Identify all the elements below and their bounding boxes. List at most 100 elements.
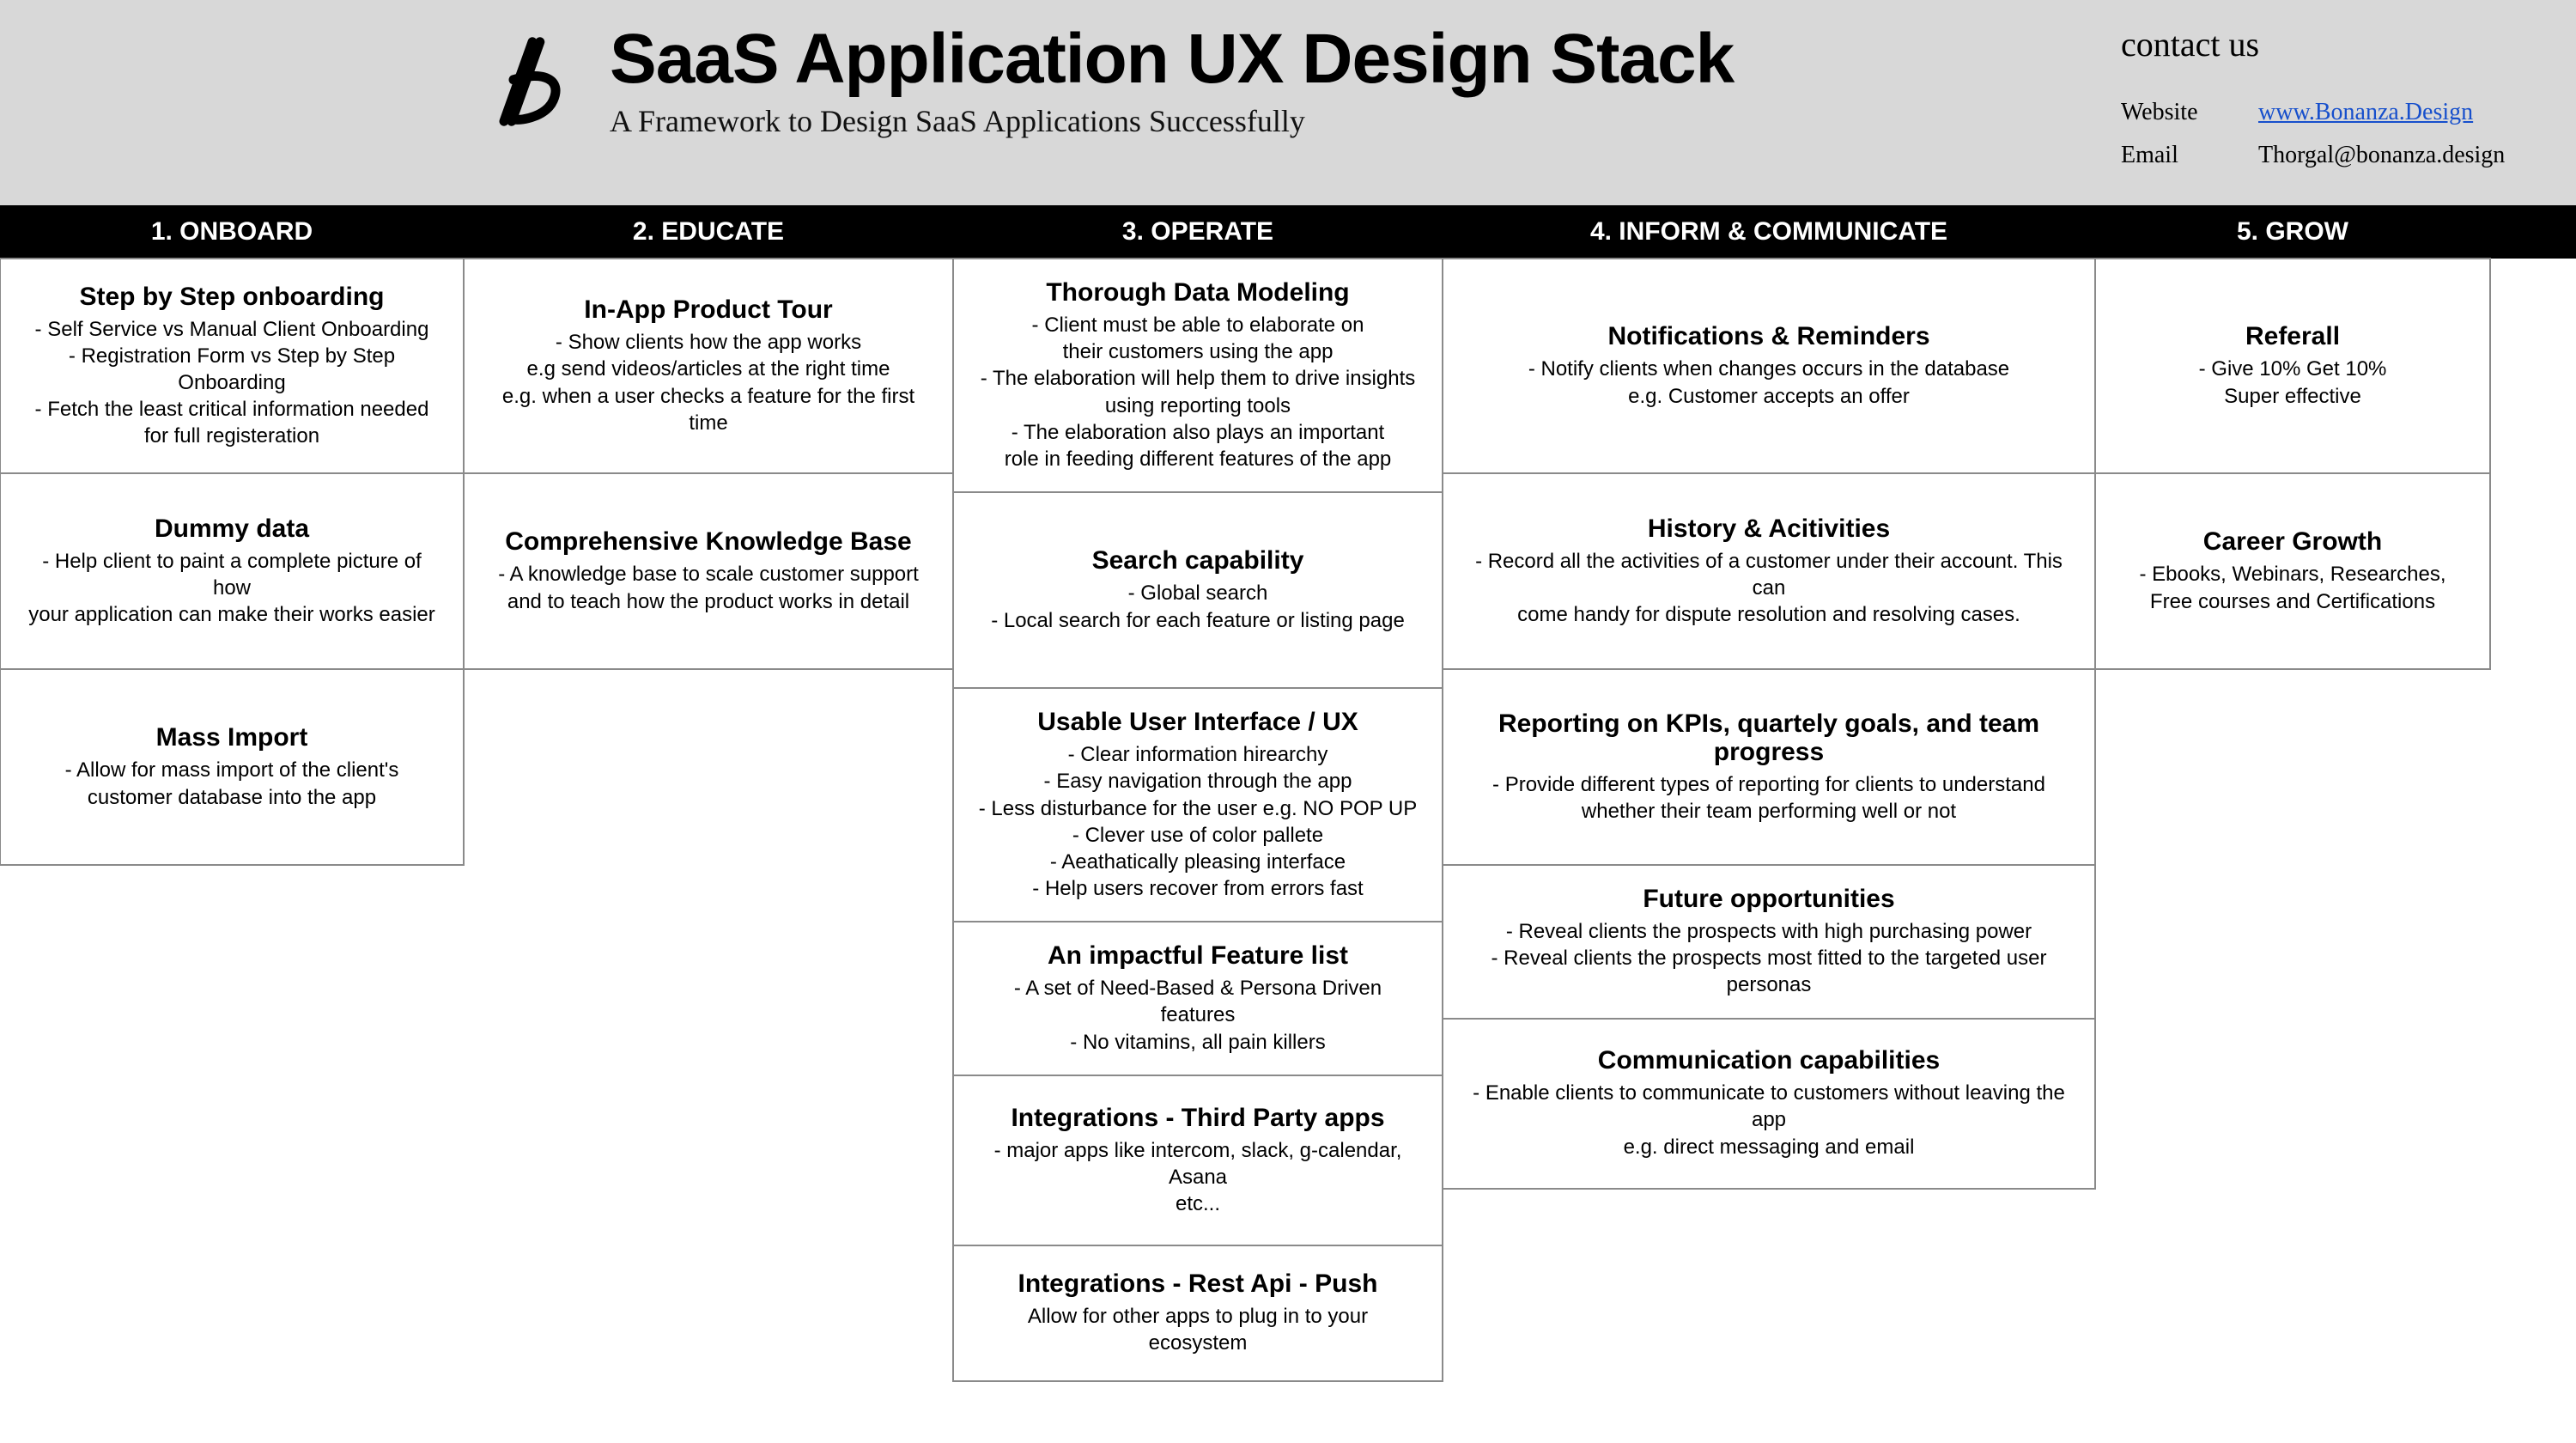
cell-title: Search capability (975, 546, 1421, 575)
contact-website-row: Website www.Bonanza.Design (2121, 99, 2507, 126)
cell-onboard-1: Dummy data - Help client to paint a comp… (0, 472, 465, 670)
cell-educate-0: In-App Product Tour - Show clients how t… (463, 258, 954, 474)
cell-line: role in feeding different features of th… (975, 446, 1421, 472)
cell-line: - Registration Form vs Step by Step Onbo… (21, 343, 442, 396)
cell-title: Dummy data (21, 514, 442, 543)
contact-block: contact us Website www.Bonanza.Design Em… (2121, 24, 2533, 185)
cell-line: customer database into the app (21, 784, 442, 811)
cell-line: Super effective (2117, 383, 2469, 410)
cell-line: come handy for dispute resolution and re… (1464, 601, 2074, 628)
contact-heading: contact us (2121, 24, 2507, 64)
cell-line: - A knowledge base to scale customer sup… (485, 561, 932, 588)
contact-email-value: Thorgal@bonanza.design (2258, 142, 2505, 169)
cell-line: - Fetch the least critical information n… (21, 396, 442, 423)
cell-line: e.g. Customer accepts an offer (1464, 383, 2074, 410)
cell-title: Thorough Data Modeling (975, 278, 1421, 307)
cell-line: your application can make their works ea… (21, 601, 442, 628)
col-header-educate: 2. EDUCATE (464, 217, 953, 247)
b-logo-icon (485, 34, 580, 129)
cell-line: - Client must be able to elaborate on (975, 312, 1421, 338)
brand-logo (481, 30, 584, 133)
cell-operate-0: Thorough Data Modeling - Client must be … (952, 258, 1443, 493)
cell-line: - major apps like intercom, slack, g-cal… (975, 1137, 1421, 1190)
cell-title: Communication capabilities (1464, 1046, 2074, 1075)
cell-line: - Global search (975, 580, 1421, 606)
cell-line: - Clear information hirearchy (975, 741, 1421, 768)
cell-line: e.g send videos/articles at the right ti… (485, 356, 932, 382)
cell-line: - Reveal clients the prospects with high… (1464, 918, 2074, 945)
cell-title: Step by Step onboarding (21, 283, 442, 311)
cell-line: - Ebooks, Webinars, Researches, (2117, 561, 2469, 588)
page-subtitle: A Framework to Design SaaS Applications … (610, 103, 1734, 139)
cell-line: e.g. direct messaging and email (1464, 1134, 2074, 1160)
cell-operate-5: Integrations - Rest Api - Push Allow for… (952, 1245, 1443, 1382)
cell-grow-0: Referall - Give 10% Get 10% Super effect… (2094, 258, 2491, 474)
col-header-onboard: 1. ONBOARD (0, 217, 464, 247)
cell-operate-2: Usable User Interface / UX - Clear infor… (952, 687, 1443, 922)
cell-line: - No vitamins, all pain killers (975, 1029, 1421, 1056)
cell-line: - Aeathatically pleasing interface (975, 849, 1421, 875)
cell-title: Comprehensive Knowledge Base (485, 527, 932, 556)
cell-onboard-2: Mass Import - Allow for mass import of t… (0, 668, 465, 866)
col-educate: In-App Product Tour - Show clients how t… (464, 259, 953, 669)
cell-operate-1: Search capability - Global search - Loca… (952, 491, 1443, 689)
cell-grow-1: Career Growth - Ebooks, Webinars, Resear… (2094, 472, 2491, 670)
cell-line: - Easy navigation through the app (975, 768, 1421, 795)
cell-onboard-0: Step by Step onboarding - Self Service v… (0, 258, 465, 474)
cell-line: ecosystem (975, 1330, 1421, 1356)
header-left: SaaS Application UX Design Stack A Frame… (43, 24, 2121, 139)
cell-educate-1: Comprehensive Knowledge Base - A knowled… (463, 472, 954, 670)
cell-line: etc... (975, 1190, 1421, 1217)
cell-title: An impactful Feature list (975, 941, 1421, 970)
cell-line: their customers using the app (975, 338, 1421, 365)
cell-inform-1: History & Acitivities - Record all the a… (1442, 472, 2096, 670)
cell-line: - Self Service vs Manual Client Onboardi… (21, 316, 442, 343)
col-grow: Referall - Give 10% Get 10% Super effect… (2095, 259, 2490, 669)
header: SaaS Application UX Design Stack A Frame… (0, 0, 2576, 205)
cell-title: Mass Import (21, 723, 442, 752)
cell-line: e.g. when a user checks a feature for th… (485, 383, 932, 436)
cell-line: - Give 10% Get 10% (2117, 356, 2469, 382)
cell-line: - Help client to paint a complete pictur… (21, 548, 442, 601)
cell-line: - The elaboration will help them to driv… (975, 365, 1421, 392)
grid-body: Step by Step onboarding - Self Service v… (0, 259, 2576, 1381)
cell-line: - Reveal clients the prospects most fitt… (1464, 945, 2074, 998)
cell-line: - Clever use of color pallete (975, 822, 1421, 849)
cell-line: and to teach how the product works in de… (485, 588, 932, 615)
cell-title: In-App Product Tour (485, 295, 932, 324)
cell-title: Referall (2117, 322, 2469, 350)
cell-operate-3: An impactful Feature list - A set of Nee… (952, 921, 1443, 1076)
cell-title: Career Growth (2117, 527, 2469, 556)
col-header-grow: 5. GROW (2095, 217, 2490, 247)
cell-line: Free courses and Certifications (2117, 588, 2469, 615)
cell-line: - A set of Need-Based & Persona Driven f… (975, 975, 1421, 1028)
cell-line: for full registeration (21, 423, 442, 449)
contact-email-label: Email (2121, 142, 2224, 169)
cell-line: - Record all the activities of a custome… (1464, 548, 2074, 601)
cell-title: History & Acitivities (1464, 514, 2074, 543)
cell-line: using reporting tools (975, 393, 1421, 419)
cell-line: - The elaboration also plays an importan… (975, 419, 1421, 446)
col-header-operate: 3. OPERATE (953, 217, 1443, 247)
col-onboard: Step by Step onboarding - Self Service v… (0, 259, 464, 865)
cell-title: Notifications & Reminders (1464, 322, 2074, 350)
page-title: SaaS Application UX Design Stack (610, 24, 1734, 94)
cell-line: - Show clients how the app works (485, 329, 932, 356)
cell-inform-4: Communication capabilities - Enable clie… (1442, 1018, 2096, 1190)
contact-website-label: Website (2121, 99, 2224, 126)
contact-website-link[interactable]: www.Bonanza.Design (2258, 99, 2473, 126)
cell-line: - Help users recover from errors fast (975, 875, 1421, 902)
column-header-bar: 1. ONBOARD 2. EDUCATE 3. OPERATE 4. INFO… (0, 205, 2576, 259)
cell-line: - Local search for each feature or listi… (975, 607, 1421, 634)
cell-line: whether their team performing well or no… (1464, 798, 2074, 825)
cell-line: - Allow for mass import of the client's (21, 757, 442, 783)
cell-inform-0: Notifications & Reminders - Notify clien… (1442, 258, 2096, 474)
cell-title: Usable User Interface / UX (975, 708, 1421, 736)
cell-title: Integrations - Rest Api - Push (975, 1269, 1421, 1298)
contact-email-row: Email Thorgal@bonanza.design (2121, 142, 2507, 169)
cell-line: - Notify clients when changes occurs in … (1464, 356, 2074, 382)
cell-inform-3: Future opportunities - Reveal clients th… (1442, 864, 2096, 1020)
cell-inform-2: Reporting on KPIs, quartely goals, and t… (1442, 668, 2096, 866)
col-inform: Notifications & Reminders - Notify clien… (1443, 259, 2095, 1189)
cell-line: - Less disturbance for the user e.g. NO … (975, 795, 1421, 822)
